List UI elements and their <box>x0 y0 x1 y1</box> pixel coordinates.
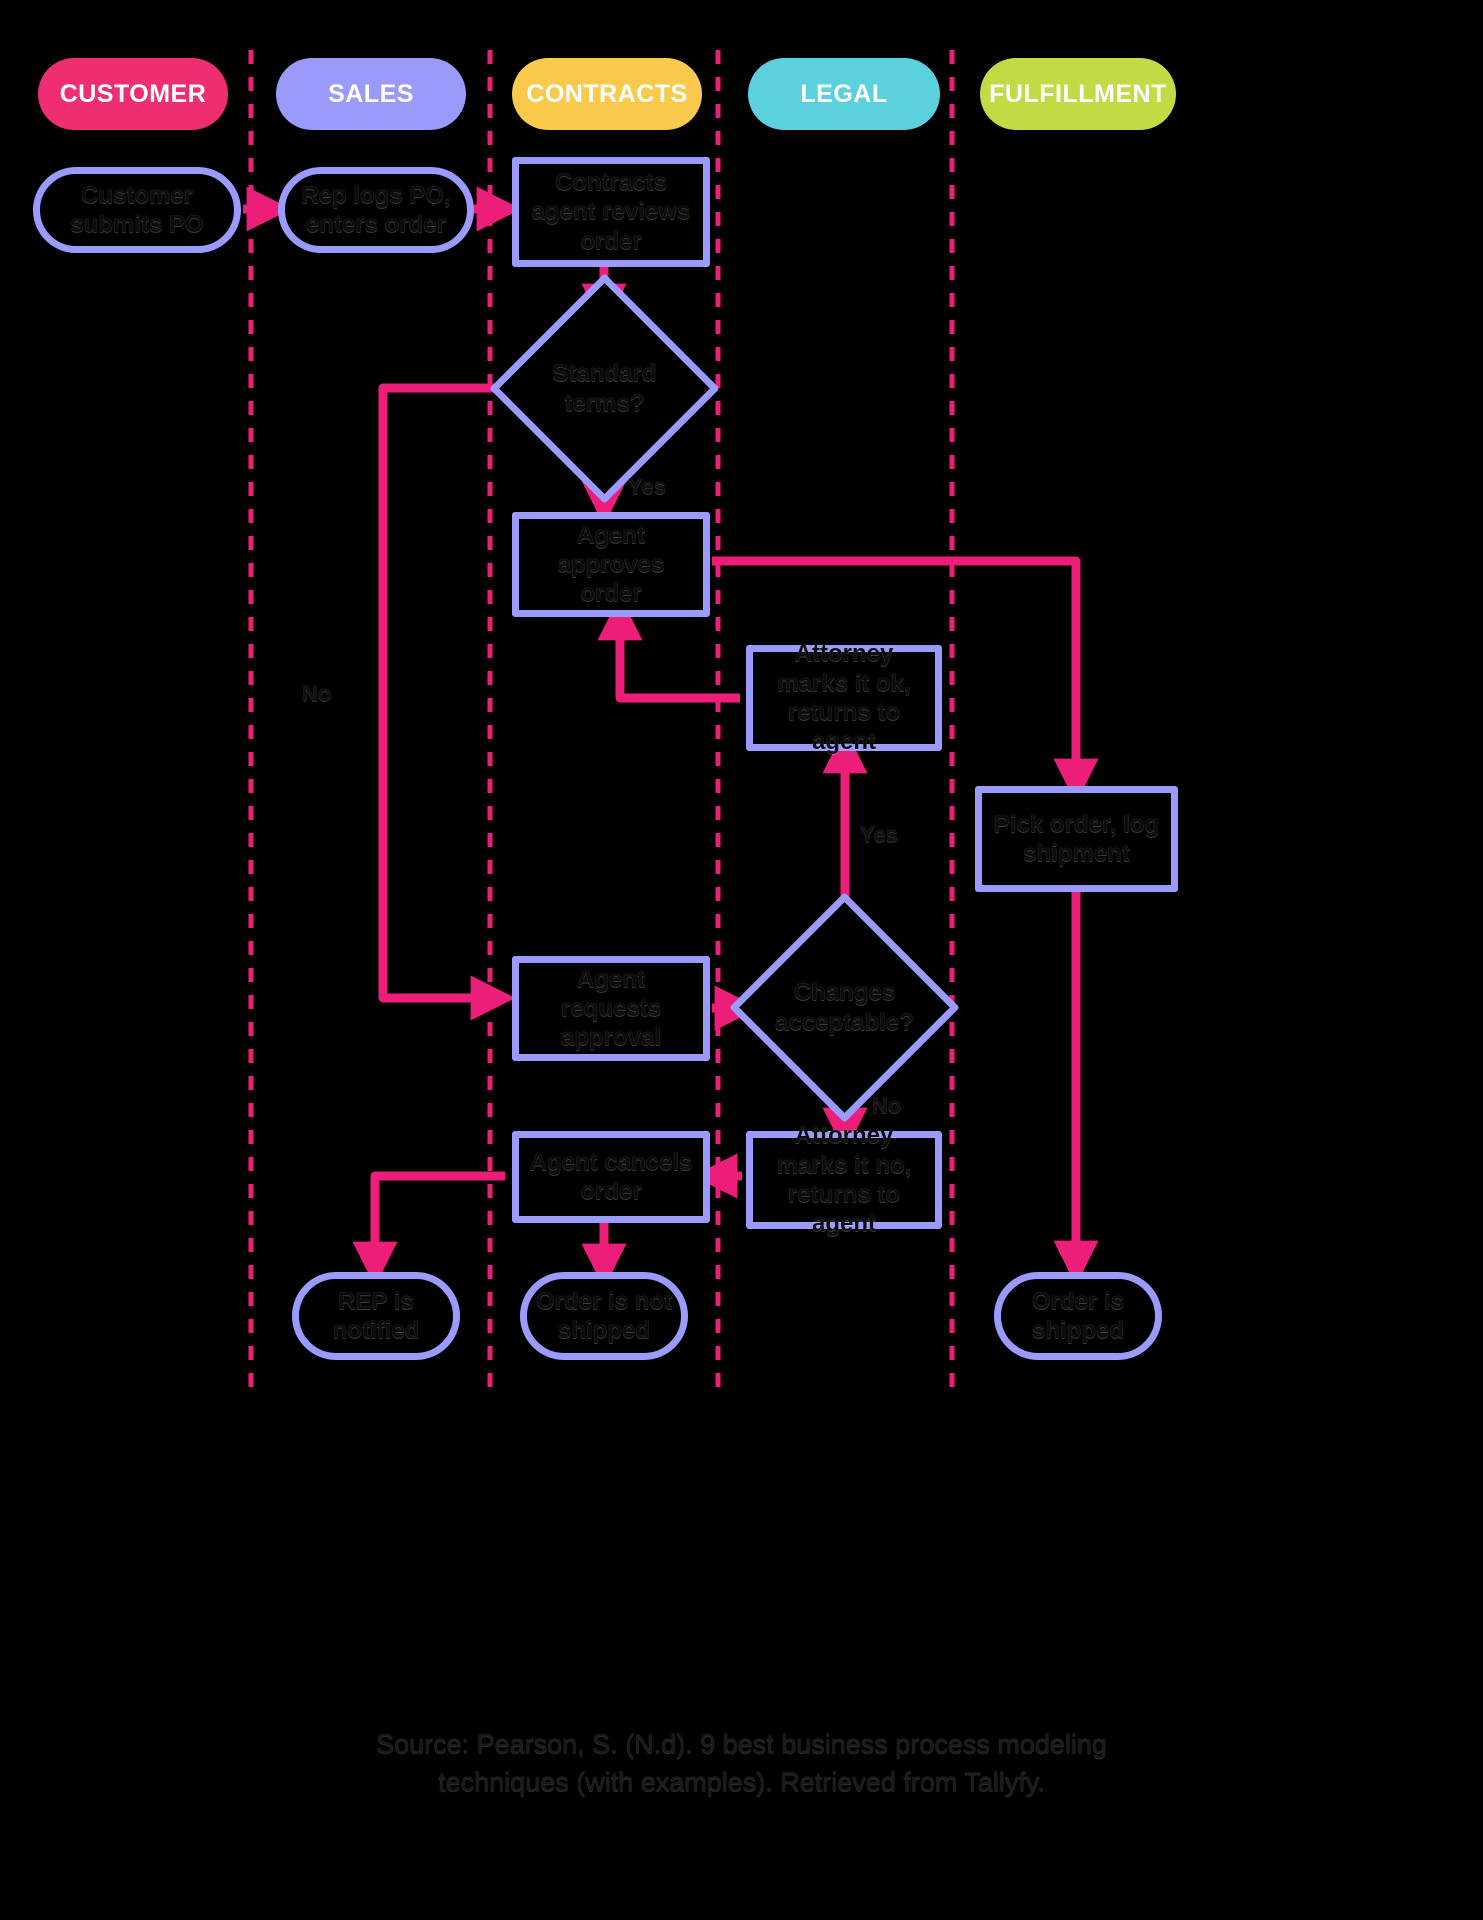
node-label: Attorney marks it no, returns to agent <box>776 1122 912 1238</box>
lane-header-fulfillment[interactable]: FULFILLMENT <box>980 58 1176 130</box>
node-changes-acceptable-decision[interactable]: Changes acceptable? <box>729 892 960 1123</box>
lane-header-contracts[interactable]: CONTRACTS <box>512 58 702 130</box>
node-order-is-shipped[interactable]: Order is shipped <box>994 1272 1162 1360</box>
node-label: Agent cancels order <box>529 1148 693 1205</box>
node-rep-logs-po[interactable]: Rep logs PO, enters order <box>278 167 474 253</box>
node-agent-approves-order[interactable]: Agent approves order <box>512 512 710 617</box>
node-label: Pick order, log shipment <box>993 810 1160 867</box>
edge-label-standard-terms-yes: Yes <box>628 474 666 499</box>
caption-line-1: Source: Pearson, S. (N.d). 9 best busine… <box>376 1729 1107 1759</box>
node-label: Rep logs PO, enters order <box>301 181 451 238</box>
node-order-is-not-shipped[interactable]: Order is not shipped <box>520 1272 688 1360</box>
node-pick-order-log-shipment[interactable]: Pick order, log shipment <box>975 786 1178 892</box>
edge-label-standard-terms-no: No <box>302 681 332 706</box>
node-agent-cancels-order[interactable]: Agent cancels order <box>512 1131 710 1223</box>
lane-header-legal[interactable]: LEGAL <box>748 58 940 130</box>
edge-label-changes-yes: Yes <box>860 822 898 847</box>
connector-layer <box>243 50 1099 1388</box>
lane-header-label: FULFILLMENT <box>989 79 1167 108</box>
lane-header-label: SALES <box>328 79 414 108</box>
node-label: Attorney marks it ok, returns to agent <box>777 640 911 756</box>
flowchart-canvas: CUSTOMER SALES CONTRACTS LEGAL FULFILLME… <box>0 0 1483 1920</box>
edge-attorney-ok-to-approve <box>597 595 740 703</box>
node-label: Agent approves order <box>557 521 665 608</box>
node-attorney-marks-no[interactable]: Attorney marks it no, returns to agent <box>746 1122 942 1237</box>
node-customer-submits-po[interactable]: Customer submits PO <box>33 167 241 253</box>
node-attorney-marks-ok[interactable]: Attorney marks it ok, returns to agent <box>746 640 942 755</box>
source-caption: Source: Pearson, S. (N.d). 9 best busine… <box>0 1725 1483 1802</box>
lane-header-label: CONTRACTS <box>526 79 688 108</box>
lane-header-label: LEGAL <box>800 79 888 108</box>
edge-label-changes-no: No <box>872 1093 902 1118</box>
caption-line-2: techniques (with examples). Retrieved fr… <box>438 1767 1045 1798</box>
lane-header-sales[interactable]: SALES <box>276 58 466 130</box>
node-label: Agent requests approval <box>560 965 662 1052</box>
node-rep-is-notified[interactable]: REP is notified <box>292 1272 460 1360</box>
lane-header-customer[interactable]: CUSTOMER <box>38 58 228 130</box>
node-label: Order is shipped <box>1031 1287 1125 1344</box>
lane-header-label: CUSTOMER <box>59 79 207 108</box>
edge-terms-no <box>378 383 516 1021</box>
edge-cancel-to-rep <box>352 1171 505 1287</box>
node-label: REP is notified <box>332 1287 420 1344</box>
node-label: Standard terms? <box>552 360 657 417</box>
node-label: Customer submits PO <box>70 181 204 238</box>
node-standard-terms-decision[interactable]: Standard terms? <box>489 273 720 504</box>
node-label: Changes acceptable? <box>775 979 914 1036</box>
node-contracts-reviews-order[interactable]: Contracts agent reviews order <box>512 157 710 267</box>
node-label: Order is not shipped <box>535 1287 673 1344</box>
node-agent-requests-approval[interactable]: Agent requests approval <box>512 956 710 1061</box>
node-label: Contracts agent reviews order <box>531 169 691 255</box>
